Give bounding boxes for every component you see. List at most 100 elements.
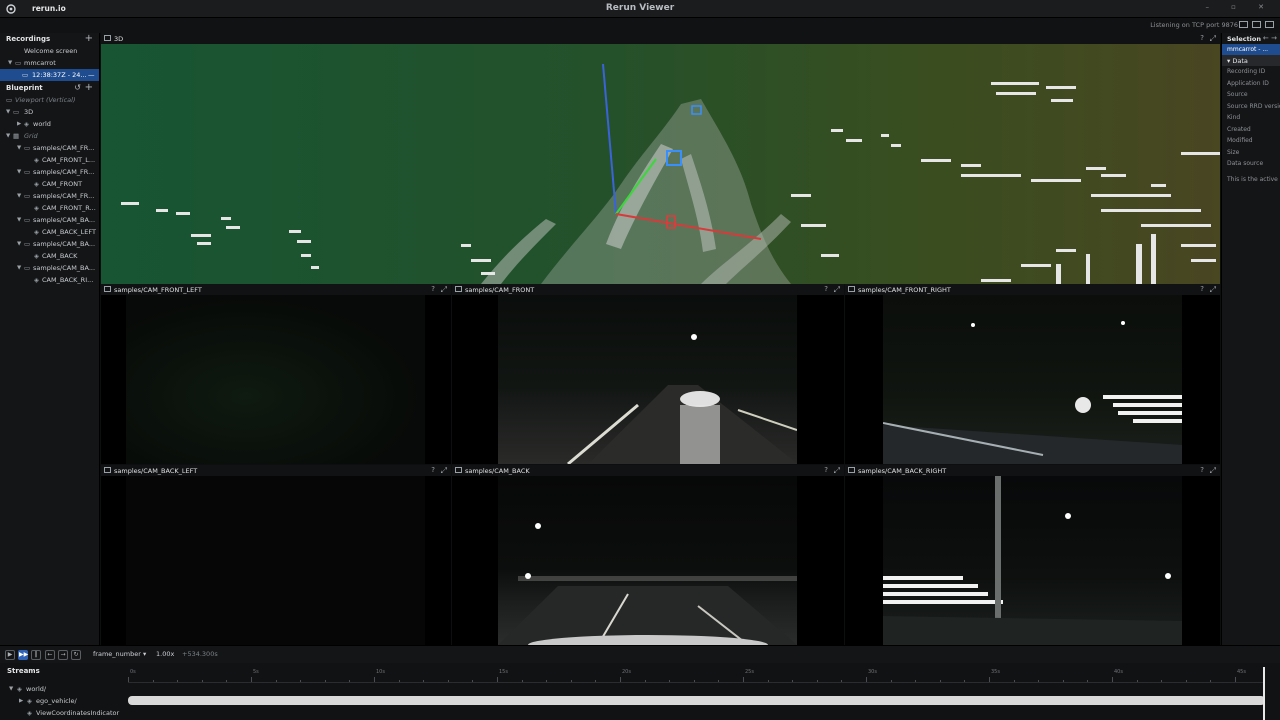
camera-entity-item[interactable]: ◈ CAM_BACK — [0, 250, 99, 262]
camera-image-front[interactable] — [452, 295, 844, 464]
time-offset[interactable]: +534.300s — [182, 650, 218, 658]
collapse-triangle-icon[interactable]: ▼ — [8, 57, 12, 69]
loop-icon[interactable]: ↻ — [71, 650, 81, 660]
grid-container-item[interactable]: ▼ ▦ Grid — [0, 130, 99, 142]
help-icon[interactable]: ? — [1200, 285, 1204, 293]
top-status-bar: Listening on TCP port 9876 — [0, 18, 1280, 33]
expand-triangle-icon[interactable]: ▶ — [19, 695, 23, 707]
camera-view-title[interactable]: samples/CAM_FRONT_LEFT — [114, 286, 202, 294]
time-axis[interactable]: 0s 5s 10s 15s 20s 25s 30s 35s 40s 45s — [128, 669, 1265, 683]
time-cursor[interactable] — [1263, 667, 1265, 720]
maximize-icon[interactable]: ⤢ — [441, 285, 447, 295]
data-section-header[interactable]: ▾ Data — [1222, 55, 1280, 66]
camera-view-title[interactable]: samples/CAM_BACK_RIGHT — [858, 467, 946, 475]
camera-view-title[interactable]: samples/CAM_FRONT — [465, 286, 534, 294]
camera-view-item[interactable]: ▼ ▭ samples/CAM_BA... — [0, 262, 99, 274]
view-3d-icon — [104, 35, 111, 41]
camera-view-item[interactable]: ▼ ▭ samples/CAM_BA... — [0, 238, 99, 250]
maximize-icon[interactable]: ⤢ — [441, 466, 447, 476]
stream-item[interactable]: ▶ ◈ ego_vehicle/ — [0, 695, 120, 707]
collapse-triangle-icon[interactable]: ▼ — [17, 238, 21, 250]
camera-view-item[interactable]: ▼ ▭ samples/CAM_BA... — [0, 214, 99, 226]
collapse-triangle-icon[interactable]: ▼ — [9, 683, 13, 695]
axis-tick — [939, 680, 941, 682]
data-density-track[interactable] — [128, 696, 1265, 705]
view-3d-canvas[interactable] — [101, 44, 1220, 284]
recording-item[interactable]: ▭ 12:38:37Z - 24... — — [0, 69, 99, 81]
selected-item[interactable]: mmcarrot - ... — [1222, 44, 1280, 55]
view-3d-title[interactable]: 3D — [114, 35, 123, 43]
axis-tick — [841, 680, 843, 682]
axis-tick — [1087, 680, 1089, 682]
expand-triangle-icon[interactable]: ▶ — [17, 118, 21, 130]
viewport-item[interactable]: ▭ Viewport (Vertical) — [0, 94, 99, 106]
recording-close-icon[interactable]: — — [88, 69, 95, 81]
welcome-screen-item[interactable]: Welcome screen — [0, 45, 99, 57]
selection-nav-arrows[interactable]: ← → — [1263, 34, 1277, 42]
help-icon[interactable]: ? — [824, 285, 828, 293]
timeline-selector[interactable]: frame_number ▾ — [93, 650, 146, 658]
camera-view-item[interactable]: ▼ ▭ samples/CAM_FR... — [0, 142, 99, 154]
collapse-triangle-icon[interactable]: ▼ — [17, 190, 21, 202]
add-view-icon[interactable]: + — [85, 82, 93, 93]
axis-tick — [374, 677, 375, 682]
play-icon[interactable]: ▶ — [5, 650, 15, 660]
maximize-icon[interactable]: ⤢ — [1210, 466, 1216, 476]
add-recording-icon[interactable]: + — [85, 33, 93, 44]
camera-image-back-right[interactable] — [845, 476, 1220, 645]
camera-image-front-left[interactable] — [101, 295, 451, 464]
playback-speed[interactable]: 1.00x — [156, 650, 174, 658]
stream-item[interactable]: ◈ ViewCoordinatesIndicator — [0, 707, 120, 719]
collapse-triangle-icon[interactable]: ▼ — [17, 214, 21, 226]
step-forward-icon[interactable]: → — [58, 650, 68, 660]
camera-entity-item[interactable]: ◈ CAM_FRONT — [0, 178, 99, 190]
help-icon[interactable]: ? — [431, 466, 435, 474]
view-2d-icon — [455, 286, 462, 292]
toggle-bottom-panel-icon[interactable] — [1252, 21, 1261, 28]
maximize-icon[interactable]: ⤢ — [834, 466, 840, 476]
reset-blueprint-icon[interactable]: ↺ — [74, 83, 81, 92]
help-icon[interactable]: ? — [1200, 466, 1204, 474]
pause-icon[interactable]: ‖ — [31, 650, 41, 660]
collapse-triangle-icon[interactable]: ▼ — [17, 262, 21, 274]
camera-view-title[interactable]: samples/CAM_BACK_LEFT — [114, 467, 197, 475]
step-back-icon[interactable]: ← — [45, 650, 55, 660]
camera-entity-item[interactable]: ◈ CAM_BACK_LEFT — [0, 226, 99, 238]
camera-view-title[interactable]: samples/CAM_BACK — [465, 467, 530, 475]
entity-icon: ◈ — [34, 252, 39, 260]
recordings-section: Recordings + — [0, 33, 99, 45]
tick-label: 20s — [622, 669, 631, 675]
camera-entity-item[interactable]: ◈ CAM_FRONT_L... — [0, 154, 99, 166]
help-icon[interactable]: ? — [1200, 34, 1204, 42]
view-3d-item[interactable]: ▼ ▭ 3D — [0, 106, 99, 118]
camera-entity-item[interactable]: ◈ CAM_FRONT_R... — [0, 202, 99, 214]
app-item[interactable]: ▼ ▭ mmcarrot — [0, 57, 99, 69]
stream-item[interactable]: ▼ ◈ world/ — [0, 683, 120, 695]
toggle-left-panel-icon[interactable] — [1239, 21, 1248, 28]
world-entity-item[interactable]: ▶ ◈ world — [0, 118, 99, 130]
camera-image-front-right[interactable] — [845, 295, 1220, 464]
follow-icon[interactable]: ▶▶ — [18, 650, 28, 660]
collapse-triangle-icon[interactable]: ▼ — [6, 130, 10, 142]
collapse-triangle-icon[interactable]: ▼ — [17, 142, 21, 154]
timeline-name: frame_number — [93, 650, 141, 658]
maximize-icon[interactable]: ⤢ — [834, 285, 840, 295]
camera-image-back-left[interactable] — [101, 476, 451, 645]
recording-icon: ▭ — [22, 71, 29, 79]
camera-view-item[interactable]: ▼ ▭ samples/CAM_FR... — [0, 166, 99, 178]
collapse-triangle-icon[interactable]: ▼ — [17, 166, 21, 178]
camera-frame — [883, 476, 1182, 645]
streams-tree: ▼ ◈ world/ ▶ ◈ ego_vehicle/ ◈ ViewCoordi… — [0, 683, 120, 719]
collapse-triangle-icon[interactable]: ▼ — [6, 106, 10, 118]
help-icon[interactable]: ? — [824, 466, 828, 474]
camera-view-title[interactable]: samples/CAM_FRONT_RIGHT — [858, 286, 951, 294]
camera-entity-item[interactable]: ◈ CAM_BACK_RI... — [0, 274, 99, 286]
camera-view-label: samples/CAM_FR... — [33, 192, 95, 200]
camera-image-back[interactable] — [452, 476, 844, 645]
help-icon[interactable]: ? — [431, 285, 435, 293]
window-controls[interactable]: – ▫ ✕ — [1205, 3, 1274, 11]
maximize-icon[interactable]: ⤢ — [1210, 34, 1216, 44]
camera-view-item[interactable]: ▼ ▭ samples/CAM_FR... — [0, 190, 99, 202]
toggle-right-panel-icon[interactable] — [1265, 21, 1274, 28]
maximize-icon[interactable]: ⤢ — [1210, 285, 1216, 295]
